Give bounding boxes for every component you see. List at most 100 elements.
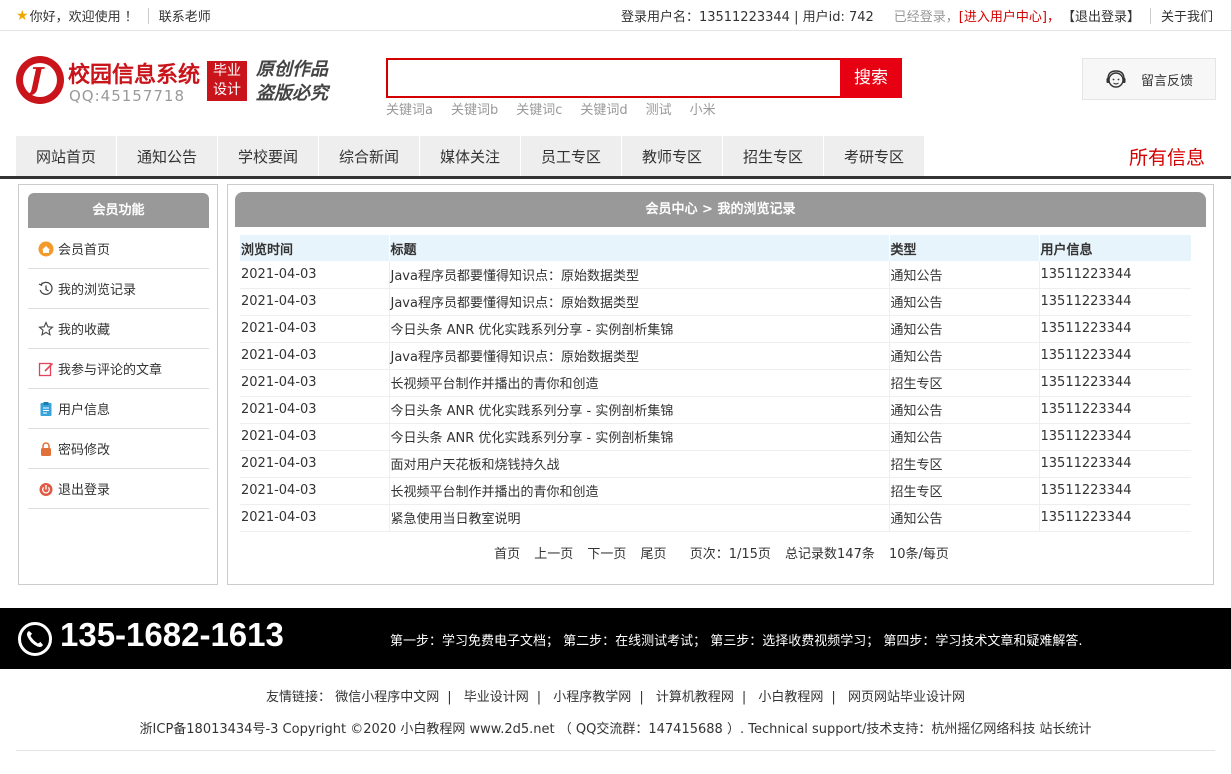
nav-item-staff[interactable]: 员工专区	[521, 136, 622, 176]
keyword-link[interactable]: 关键词c	[516, 99, 562, 118]
sidebar-menu: 会员首页 我的浏览记录 我的收藏 我参与评论的文章 用户信息 密码修改 退出登录	[28, 229, 209, 509]
hot-keywords: 关键词a 关键词b 关键词c 关键词d 测试 小米	[386, 99, 734, 118]
title-cell[interactable]: Java程序员都要懂得知识点：原始数据类型	[388, 261, 889, 289]
about-us-link[interactable]: 关于我们	[1161, 6, 1213, 25]
user-cell: 13511223344	[1038, 288, 1191, 316]
type-cell: 招生专区	[888, 477, 1039, 505]
table-row: 2021-04-03 今日头条 ANR 优化实践系列分享 - 实例剖析集锦 通知公告…	[240, 396, 1191, 424]
title-cell[interactable]: 紧急使用当日教室说明	[388, 504, 889, 532]
site-title[interactable]: 校园信息系统	[68, 57, 200, 89]
view-time-cell: 2021-04-03	[240, 369, 389, 397]
table-row: 2021-04-03 今日头条 ANR 优化实践系列分享 - 实例剖析集锦 通知公告…	[240, 423, 1191, 451]
sidebar-item-logout[interactable]: 退出登录	[28, 469, 209, 509]
table-row: 2021-04-03 长视频平台制作并播出的青你和创造 招生专区 1351122334…	[240, 369, 1191, 397]
keyword-link[interactable]: 测试	[646, 99, 672, 118]
friend-link[interactable]: 小白教程网	[758, 690, 823, 705]
friend-links: 友情链接： 微信小程序中文网 | 毕业设计网 | 小程序教学网 | 计算机教程网 | 小…	[266, 690, 965, 705]
nav-divider	[0, 176, 1231, 179]
clipboard-icon	[38, 401, 54, 417]
nav-item-admissions[interactable]: 招生专区	[723, 136, 824, 176]
logged-in-text: 已经登录，	[893, 10, 959, 25]
title-cell[interactable]: 今日头条 ANR 优化实践系列分享 - 实例剖析集锦	[388, 315, 889, 343]
user-center-link[interactable]: [进入用户中心]	[959, 6, 1047, 25]
search-button[interactable]: 搜索	[840, 58, 902, 98]
title-cell[interactable]: Java程序员都要懂得知识点：原始数据类型	[388, 288, 889, 316]
sidebar-item-label: 退出登录	[58, 483, 111, 498]
home-icon	[38, 241, 54, 257]
main-panel: 会员中心 > 我的浏览记录 浏览时间 标题 类型 用户信息 2021-04-03…	[227, 184, 1214, 585]
friend-link[interactable]: 小程序教学网	[553, 690, 631, 705]
title-cell[interactable]: 今日头条 ANR 优化实践系列分享 - 实例剖析集锦	[388, 423, 889, 451]
user-cell: 13511223344	[1038, 504, 1191, 532]
phone-number: 135-1682-1613	[60, 616, 284, 653]
column-header: 浏览时间	[240, 235, 389, 261]
title-cell[interactable]: 面对用户天花板和烧钱持久战	[388, 450, 889, 478]
sidebar-item-member-home[interactable]: 会员首页	[28, 229, 209, 269]
nav-item-postgrad[interactable]: 考研专区	[824, 136, 925, 176]
nav-item-school-news[interactable]: 学校要闻	[218, 136, 319, 176]
keyword-link[interactable]: 小米	[690, 99, 716, 118]
type-cell: 通知公告	[888, 315, 1039, 343]
friend-link[interactable]: 网页网站毕业设计网	[848, 690, 965, 705]
feedback-button[interactable]: 留言反馈	[1082, 58, 1216, 100]
divider	[147, 7, 149, 24]
logo-icon[interactable]: J	[16, 56, 64, 104]
edit-icon	[38, 361, 54, 377]
all-info-link[interactable]: 所有信息	[1129, 143, 1205, 170]
last-page-link[interactable]: 尾页	[641, 547, 667, 562]
lock-icon	[38, 441, 54, 457]
friend-link[interactable]: 毕业设计网	[464, 690, 529, 705]
nav-item-home[interactable]: 网站首页	[16, 136, 117, 176]
view-time-cell: 2021-04-03	[240, 342, 389, 370]
sidebar-item-history[interactable]: 我的浏览记录	[28, 269, 209, 309]
search-input[interactable]	[388, 60, 840, 96]
user-cell: 13511223344	[1038, 369, 1191, 397]
sidebar-item-user-info[interactable]: 用户信息	[28, 389, 209, 429]
nav-item-media[interactable]: 媒体关注	[420, 136, 521, 176]
friend-link[interactable]: 计算机教程网	[656, 690, 734, 705]
user-cell: 13511223344	[1038, 450, 1191, 478]
top-bar-right: 登录用户名：13511223344 | 用户id: 742 已经登录， [进入用…	[621, 6, 1213, 25]
title-cell[interactable]: 长视频平台制作并播出的青你和创造	[388, 477, 889, 505]
contact-teacher-link[interactable]: 联系老师	[159, 6, 211, 25]
type-cell: 通知公告	[888, 342, 1039, 370]
user-cell: 13511223344	[1038, 396, 1191, 424]
logout-link[interactable]: 【退出登录】	[1062, 6, 1140, 25]
table-row: 2021-04-03 紧急使用当日教室说明 通知公告 13511223344	[240, 504, 1191, 532]
power-icon	[38, 481, 54, 497]
table-row: 2021-04-03 长视频平台制作并播出的青你和创造 招生专区 1351122334…	[240, 477, 1191, 505]
divider	[1149, 7, 1151, 24]
keyword-link[interactable]: 关键词b	[451, 99, 498, 118]
keyword-link[interactable]: 关键词a	[386, 99, 433, 118]
user-cell: 13511223344	[1038, 342, 1191, 370]
nav-item-general-news[interactable]: 综合新闻	[319, 136, 420, 176]
view-time-cell: 2021-04-03	[240, 504, 389, 532]
sidebar-item-change-password[interactable]: 密码修改	[28, 429, 209, 469]
title-cell[interactable]: 长视频平台制作并播出的青你和创造	[388, 369, 889, 397]
site-qq: QQ:45157718	[69, 87, 186, 105]
column-header: 类型	[888, 235, 1039, 261]
title-cell[interactable]: 今日头条 ANR 优化实践系列分享 - 实例剖析集锦	[388, 396, 889, 424]
sidebar-item-my-comments[interactable]: 我参与评论的文章	[28, 349, 209, 389]
nav-item-notices[interactable]: 通知公告	[117, 136, 218, 176]
nav-item-teachers[interactable]: 教师专区	[622, 136, 723, 176]
friend-link[interactable]: 微信小程序中文网	[335, 690, 439, 705]
copyright: 浙ICP备18013434号-3 Copyright ©2020 小白教程网 w…	[139, 722, 1092, 737]
prev-page-link[interactable]: 上一页	[534, 547, 573, 562]
top-bar: ★ 你好，欢迎使用 ！ 联系老师 登录用户名：13511223344 | 用户i…	[0, 0, 1231, 31]
next-page-link[interactable]: 下一页	[587, 547, 626, 562]
table-row: 2021-04-03 今日头条 ANR 优化实践系列分享 - 实例剖析集锦 通知公告…	[240, 315, 1191, 343]
sidebar-item-label: 我参与评论的文章	[58, 363, 163, 378]
first-page-link[interactable]: 首页	[494, 547, 520, 562]
type-cell: 通知公告	[888, 261, 1039, 289]
top-bar-left: ★ 你好，欢迎使用 ！ 联系老师	[16, 6, 211, 25]
learning-steps: 第一步：学习免费电子文档； 第二步：在线测试考试； 第三步：选择收费视频学习； …	[390, 634, 1083, 649]
page-title: 会员中心 > 我的浏览记录	[235, 192, 1206, 227]
column-header: 用户信息	[1038, 235, 1191, 261]
keyword-link[interactable]: 关键词d	[580, 99, 627, 118]
title-cell[interactable]: Java程序员都要懂得知识点：原始数据类型	[388, 342, 889, 370]
search-box: 搜索	[386, 58, 902, 98]
graduation-design-badge: 毕业 设计	[207, 61, 247, 101]
sidebar-item-favorites[interactable]: 我的收藏	[28, 309, 209, 349]
member-sidebar: 会员功能 会员首页 我的浏览记录 我的收藏 我参与评论的文章 用户信息 密码修改…	[18, 184, 218, 585]
